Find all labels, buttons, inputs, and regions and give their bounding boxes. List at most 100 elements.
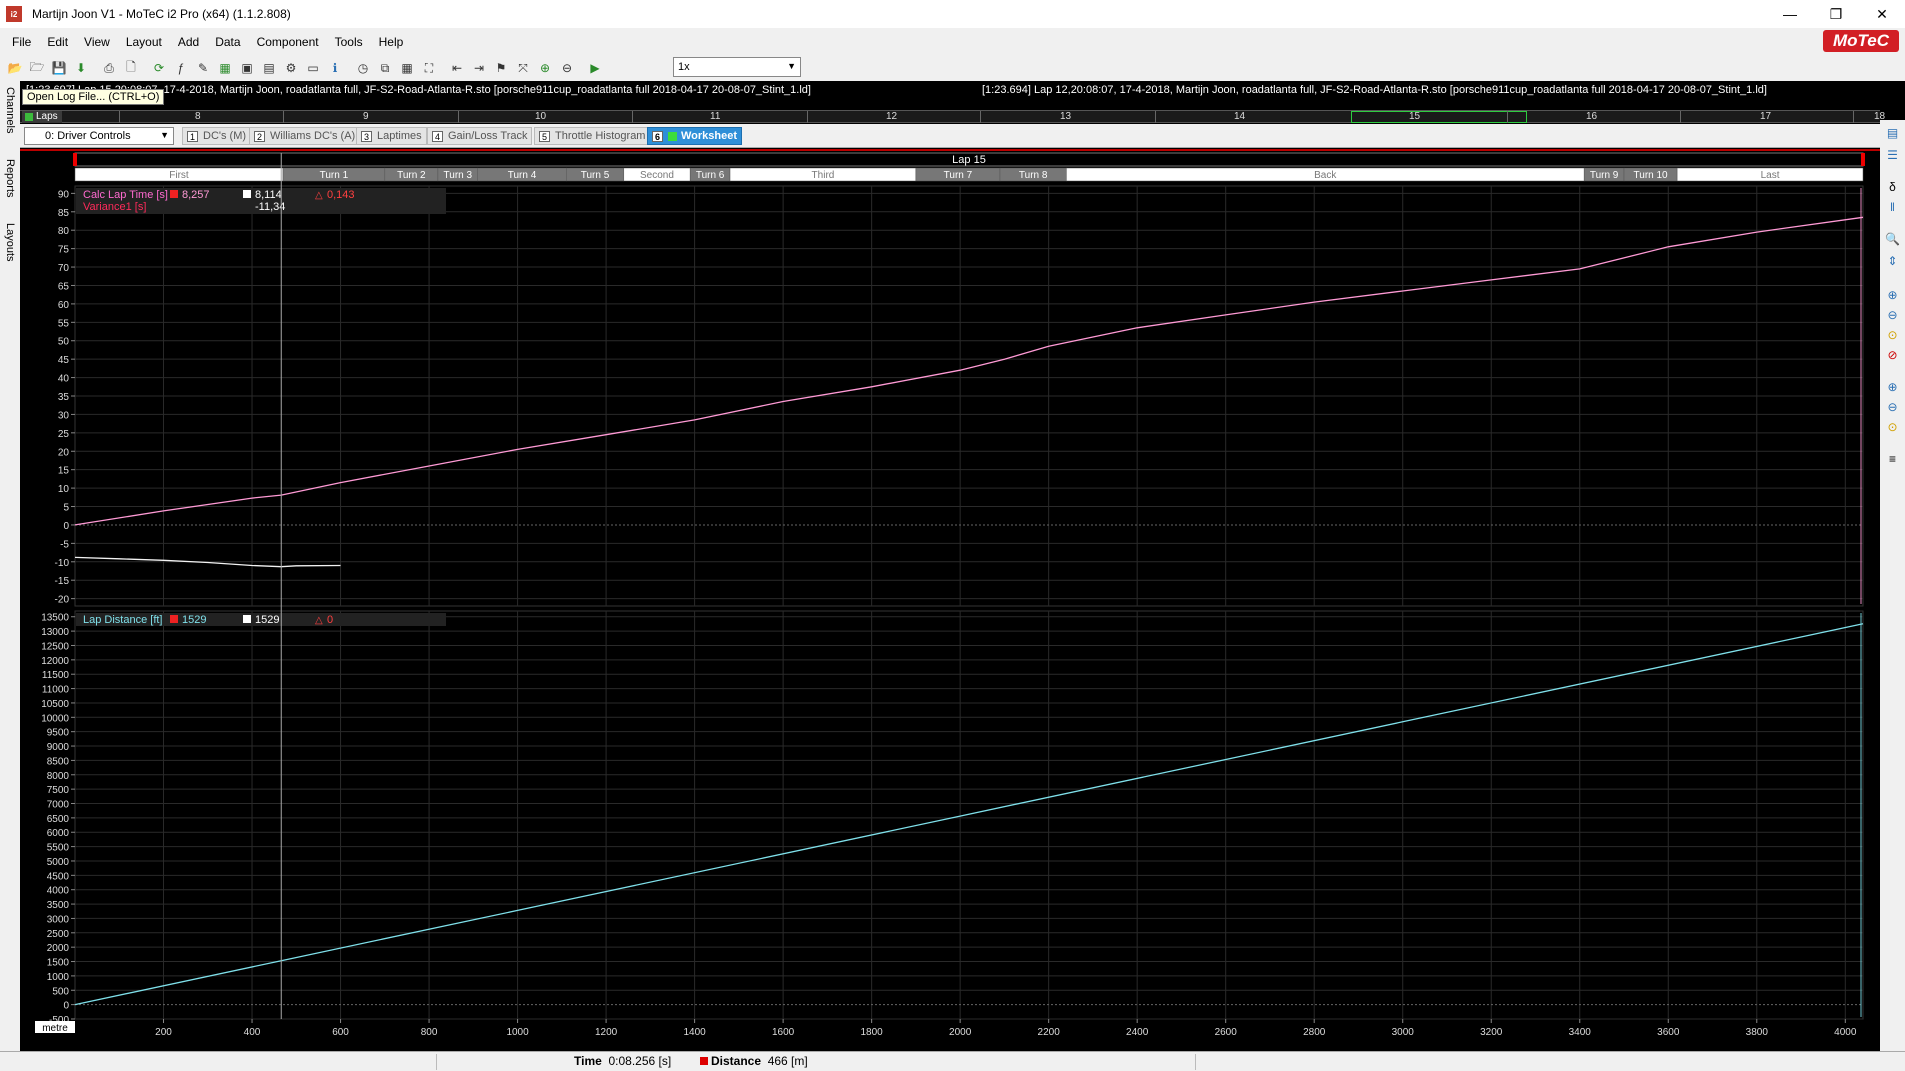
y-tick-label: 12000 <box>41 656 69 667</box>
chevron-down-icon: ▼ <box>787 61 796 71</box>
save-icon[interactable]: 💾 <box>50 59 68 77</box>
section-label: Back <box>1314 170 1337 181</box>
x-tick-label: 1000 <box>506 1027 529 1038</box>
lap-8[interactable]: 8 <box>195 111 201 123</box>
y-tick-label: -10 <box>55 558 70 569</box>
print-preview-icon[interactable]: 🗋 <box>122 59 140 77</box>
lap-10[interactable]: 10 <box>535 111 546 123</box>
play-icon[interactable]: ▶ <box>586 59 604 77</box>
y-tick-label: 11500 <box>42 670 70 681</box>
menu-view[interactable]: View <box>76 35 118 49</box>
y-tick-label: 9500 <box>47 728 70 739</box>
lap-15[interactable]: 15 <box>1409 111 1420 123</box>
playback-speed-select[interactable]: 1x ▼ <box>673 57 801 77</box>
y-tick-label: 2000 <box>47 943 70 954</box>
next-lap-icon[interactable]: ⇥ <box>470 59 488 77</box>
tab-dcs-m[interactable]: 1 DC's (M) <box>182 127 252 145</box>
y-tick-label: 15 <box>58 466 70 477</box>
x-tick-label: 2800 <box>1303 1027 1326 1038</box>
laps-row[interactable]: Laps 8 9 10 11 12 13 14 15 16 17 18 <box>20 110 1885 123</box>
menu-file[interactable]: File <box>4 35 39 49</box>
restore-button[interactable]: ❐ <box>1813 0 1859 28</box>
zoom-fit-icon[interactable]: ⊙ <box>1884 326 1901 343</box>
menu-edit[interactable]: Edit <box>39 35 76 49</box>
tab-worksheet[interactable]: 6 Worksheet <box>647 127 743 145</box>
properties-icon[interactable]: ▤ <box>1884 124 1901 141</box>
clock-icon[interactable]: ◷ <box>354 59 372 77</box>
tab-layouts[interactable]: Layouts <box>2 223 18 262</box>
print-icon[interactable]: ⎙ <box>100 59 118 77</box>
track-map-icon[interactable]: ⛶ <box>420 59 438 77</box>
lap-14[interactable]: 14 <box>1234 111 1245 123</box>
list-icon[interactable]: ☰ <box>1884 146 1901 163</box>
y-tick-label: 30 <box>58 410 70 421</box>
scale-icon[interactable]: ⇕ <box>1884 252 1901 269</box>
lap-17[interactable]: 17 <box>1760 111 1771 123</box>
lap-12[interactable]: 12 <box>886 111 897 123</box>
menu-tools[interactable]: Tools <box>327 35 371 49</box>
selected-lap-box[interactable] <box>1351 111 1527 123</box>
menu-bar: File Edit View Layout Add Data Component… <box>0 28 1905 55</box>
open-folder-icon[interactable]: 📂 <box>6 59 24 77</box>
align-icon[interactable]: ≡ <box>1884 450 1901 467</box>
zoom-x-out-icon[interactable]: ⊖ <box>1884 398 1901 415</box>
status-distance: Distance 466 [m] <box>700 1054 808 1068</box>
y-tick-label: 12500 <box>41 641 69 652</box>
section-label: First <box>169 170 189 181</box>
zoom-out-icon[interactable]: ⊖ <box>558 59 576 77</box>
tab-williams-dcs[interactable]: 2 Williams DC's (A) <box>249 127 361 145</box>
open-recent-icon[interactable]: 🗁 <box>28 59 46 77</box>
y-tick-label: 65 <box>58 281 70 292</box>
zoom-x-in-icon[interactable]: ⊕ <box>1884 378 1901 395</box>
menu-help[interactable]: Help <box>371 35 412 49</box>
download-icon[interactable]: ⬇ <box>72 59 90 77</box>
marker-icon[interactable]: ⚑ <box>492 59 510 77</box>
refresh-icon[interactable]: ⟳ <box>150 59 168 77</box>
workbook-select[interactable]: 0: Driver Controls ▼ <box>24 127 174 145</box>
table-icon[interactable]: ▤ <box>260 59 278 77</box>
settings-icon[interactable]: ⚙ <box>282 59 300 77</box>
window-icon[interactable]: ▭ <box>304 59 322 77</box>
minimize-button[interactable]: — <box>1767 0 1813 28</box>
tab-reports[interactable]: Reports <box>2 159 18 198</box>
y-tick-label: 70 <box>58 263 70 274</box>
edit-icon[interactable]: ✎ <box>194 59 212 77</box>
x-tick-label: 3000 <box>1392 1027 1415 1038</box>
time-distance-graph[interactable]: Lap 15 First Turn 1 Turn 2 Turn 3 Turn 4 Turn … <box>20 149 1880 1051</box>
menu-component[interactable]: Component <box>249 35 327 49</box>
zoom-fit-icon[interactable]: ⤧ <box>514 59 532 77</box>
tab-gain-loss-track[interactable]: 4 Gain/Loss Track <box>427 127 533 145</box>
menu-layout[interactable]: Layout <box>118 35 170 49</box>
excel-icon[interactable]: ▦ <box>216 59 234 77</box>
zoom-x-fit-icon[interactable]: ⊙ <box>1884 418 1901 435</box>
tab-laptimes[interactable]: 3 Laptimes <box>356 127 427 145</box>
graph-canvas[interactable]: Lap 15 First Turn 1 Turn 2 Turn 3 Turn 4 Turn … <box>20 151 1880 1053</box>
zoom-reset-icon[interactable]: ⊘ <box>1884 346 1901 363</box>
layout-icon[interactable]: ▣ <box>238 59 256 77</box>
lap-13[interactable]: 13 <box>1060 111 1071 123</box>
pause-icon[interactable]: ‖ <box>1884 198 1901 215</box>
lap-9[interactable]: 9 <box>363 111 369 123</box>
x-tick-label: 1200 <box>595 1027 618 1038</box>
zoom-out-icon[interactable]: ⊖ <box>1884 306 1901 323</box>
overlay-icon[interactable]: ⧉ <box>376 59 394 77</box>
x-tick-label: 3800 <box>1746 1027 1769 1038</box>
close-button[interactable]: ✕ <box>1859 0 1905 28</box>
delta-icon[interactable]: δ <box>1884 178 1901 195</box>
tab-throttle-histogram[interactable]: 5 Throttle Histogram <box>534 127 651 145</box>
menu-add[interactable]: Add <box>170 35 207 49</box>
magnify-icon[interactable]: 🔍 <box>1884 230 1901 247</box>
zoom-in-icon[interactable]: ⊕ <box>536 59 554 77</box>
lap-16[interactable]: 16 <box>1586 111 1597 123</box>
prev-lap-icon[interactable]: ⇤ <box>448 59 466 77</box>
x-tick-label: 600 <box>332 1027 349 1038</box>
info-icon[interactable]: ℹ <box>326 59 344 77</box>
zoom-in-icon[interactable]: ⊕ <box>1884 286 1901 303</box>
menu-data[interactable]: Data <box>207 35 248 49</box>
tab-channels[interactable]: Channels <box>2 87 18 133</box>
lap-11[interactable]: 11 <box>710 111 720 123</box>
y-tick-label: 60 <box>58 300 70 311</box>
math-icon[interactable]: ƒ <box>172 59 190 77</box>
grid-icon[interactable]: ▦ <box>398 59 416 77</box>
x-tick-label: 4000 <box>1834 1027 1857 1038</box>
